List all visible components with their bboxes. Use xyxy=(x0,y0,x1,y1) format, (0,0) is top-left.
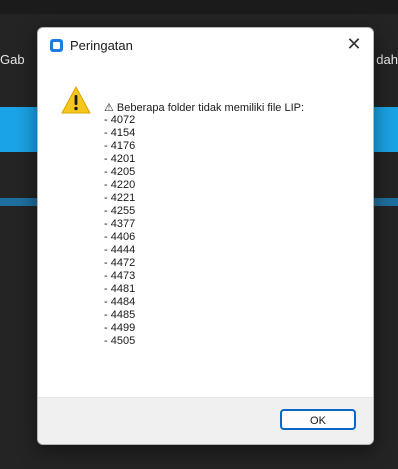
message-headline: ⚠ Beberapa folder tidak memiliki file LI… xyxy=(104,101,364,114)
warning-dialog: Peringatan ✕ ⚠ Beberapa folder tidak mem… xyxy=(37,27,374,445)
missing-folder-item: - 4154 xyxy=(104,127,136,139)
missing-folder-item: - 4499 xyxy=(104,322,136,334)
missing-folder-item: - 4377 xyxy=(104,218,136,230)
missing-folder-item: - 4444 xyxy=(104,244,136,256)
missing-folder-item: - 4220 xyxy=(104,179,136,191)
background-app-top-bar xyxy=(0,0,398,14)
background-right-text: dah xyxy=(376,52,398,67)
close-icon[interactable]: ✕ xyxy=(341,32,367,56)
missing-folder-item: - 4406 xyxy=(104,231,136,243)
missing-folder-list: - 4072- 4154- 4176- 4201- 4205- 4220- 42… xyxy=(104,114,364,348)
dialog-footer: OK xyxy=(38,397,373,444)
dialog-message: ⚠ Beberapa folder tidak memiliki file LI… xyxy=(104,101,364,348)
missing-folder-item: - 4176 xyxy=(104,140,136,152)
dialog-title: Peringatan xyxy=(70,38,133,53)
dialog-title-bar[interactable]: Peringatan ✕ xyxy=(38,28,373,62)
missing-folder-item: - 4201 xyxy=(104,153,136,165)
missing-folder-item: - 4481 xyxy=(104,283,136,295)
app-window-icon xyxy=(50,39,63,52)
inline-warning-icon: ⚠ xyxy=(104,101,114,114)
missing-folder-item: - 4205 xyxy=(104,166,136,178)
missing-folder-item: - 4221 xyxy=(104,192,136,204)
missing-folder-item: - 4484 xyxy=(104,296,136,308)
missing-folder-item: - 4473 xyxy=(104,270,136,282)
warning-triangle-icon xyxy=(61,86,91,114)
missing-folder-item: - 4485 xyxy=(104,309,136,321)
missing-folder-item: - 4255 xyxy=(104,205,136,217)
ok-button[interactable]: OK xyxy=(280,409,356,430)
message-text: Beberapa folder tidak memiliki file LIP: xyxy=(113,102,305,114)
missing-folder-item: - 4072 xyxy=(104,114,136,126)
missing-folder-item: - 4472 xyxy=(104,257,136,269)
background-left-text: Gab xyxy=(0,52,25,67)
missing-folder-item: - 4505 xyxy=(104,335,136,347)
